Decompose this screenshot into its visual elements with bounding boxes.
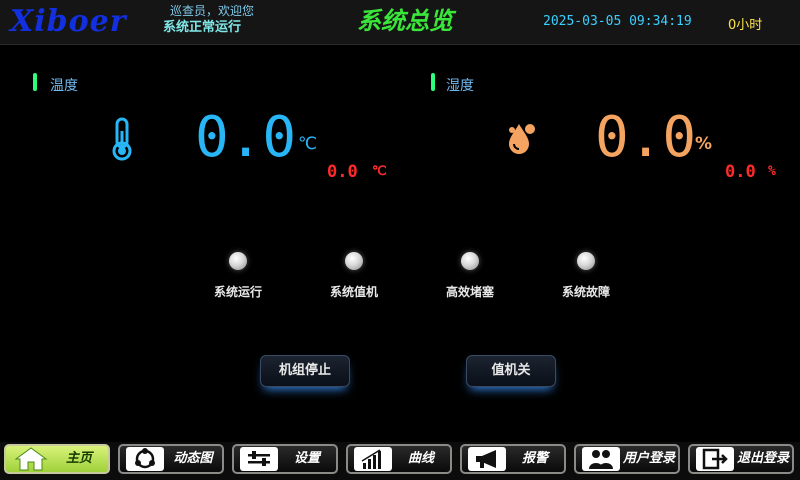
datetime-display: 2025-03-05 09:34:19 — [543, 14, 692, 29]
chart-icon — [354, 447, 392, 471]
nav-logout-button[interactable]: 退出登录 — [688, 444, 794, 474]
nav-curve-label: 曲线 — [407, 451, 434, 466]
temperature-section-marker — [33, 73, 37, 91]
system-duty-led — [345, 252, 363, 270]
system-fault-led — [577, 252, 595, 270]
megaphone-icon — [468, 447, 506, 471]
humidity-label: 湿度 — [446, 78, 474, 94]
temperature-value: 0.0 — [195, 105, 297, 170]
nav-dynamic-label: 动态图 — [173, 451, 213, 466]
nav-user-login-button[interactable]: 用户登录 — [574, 444, 680, 474]
humidity-setpoint-unit: % — [768, 164, 776, 179]
logout-icon — [696, 447, 734, 471]
nav-home-label: 主页 — [65, 451, 92, 466]
nav-curve-button[interactable]: 曲线 — [346, 444, 452, 474]
humidity-unit: % — [695, 134, 713, 154]
system-running-led — [229, 252, 247, 270]
humidity-section-marker — [431, 73, 435, 91]
users-icon — [582, 447, 620, 471]
temperature-unit: ℃ — [298, 134, 318, 154]
home-icon — [14, 447, 48, 471]
nav-settings-button[interactable]: 设置 — [232, 444, 338, 474]
system-duty-label: 系统值机 — [329, 285, 378, 299]
temperature-label: 温度 — [50, 78, 78, 94]
humidity-drop-icon — [509, 124, 535, 154]
nav-logout-label: 退出登录 — [736, 451, 789, 466]
duty-off-button[interactable]: 值机关 — [466, 355, 556, 387]
nav-user-login-label: 用户登录 — [622, 451, 675, 466]
nav-home-button[interactable]: 主页 — [4, 444, 110, 474]
filter-clog-label: 高效堵塞 — [445, 285, 494, 299]
header-bar: Xiboer 巡查员，欢迎您 系统正常运行 系统总览 2025-03-05 09… — [0, 0, 800, 45]
nav-alarm-button[interactable]: 报警 — [460, 444, 566, 474]
nav-alarm-label: 报警 — [521, 451, 548, 466]
brand-logo: Xiboer — [10, 4, 127, 39]
humidity-value: 0.0 — [595, 105, 697, 170]
nav-dynamic-button[interactable]: 动态图 — [118, 444, 224, 474]
nav-settings-label: 设置 — [293, 451, 320, 466]
bottom-nav: 主页 动态图 设置 曲线 报警 用户登录 退出登录 — [0, 442, 800, 480]
thermometer-icon — [112, 117, 132, 161]
page-title: 系统总览 — [357, 6, 453, 35]
temperature-setpoint-unit: ℃ — [372, 164, 387, 179]
system-running-label: 系统运行 — [213, 285, 262, 299]
system-fault-label: 系统故障 — [561, 285, 610, 299]
run-hours: 0小时 — [728, 18, 763, 33]
unit-stop-button[interactable]: 机组停止 — [260, 355, 350, 387]
filter-clog-led — [461, 252, 479, 270]
greeting-text: 巡查员，欢迎您 — [170, 4, 255, 18]
humidity-setpoint: 0.0 — [725, 162, 756, 182]
system-status-text: 系统正常运行 — [163, 20, 242, 35]
cycle-icon — [126, 447, 164, 471]
sliders-icon — [240, 447, 278, 471]
temperature-setpoint: 0.0 — [327, 162, 358, 182]
